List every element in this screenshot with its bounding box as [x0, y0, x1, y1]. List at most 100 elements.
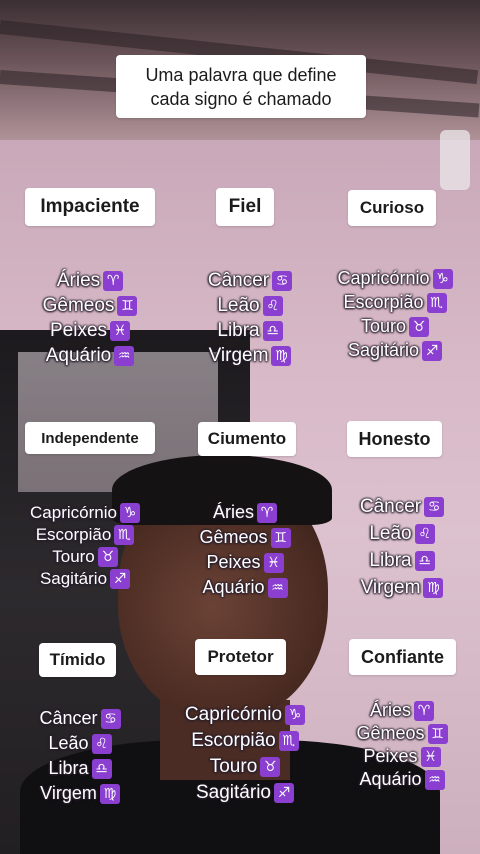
zodiac-sign: Leão ♌ [48, 733, 112, 754]
zodiac-symbol-icon: ♌ [414, 524, 435, 544]
zodiac-sign: Gêmeos ♊ [356, 723, 448, 744]
zodiac-sign-name: Áries [212, 502, 254, 522]
zodiac-symbol-icon: ♒ [267, 577, 288, 598]
trait-label: Protetor [195, 639, 286, 675]
zodiac-sign: Aquário ♒ [202, 577, 288, 598]
sign-list: Áries ♈ Gêmeos ♊ Peixes ♓ Aquário ♒ [0, 270, 180, 367]
zodiac-sign-name: Sagitário [347, 340, 420, 360]
zodiac-sign: Leão ♌ [217, 295, 283, 317]
sign-list: Capricórnio ♑ Escorpião ♏ Touro ♉ Sagitário ♐ [0, 503, 175, 589]
sign-list: Áries ♈ Gêmeos ♊ Peixes ♓ Aquário ♒ [312, 700, 480, 790]
zodiac-symbol-icon: ♍ [99, 783, 120, 804]
sign-list: Capricórnio ♑ Escorpião ♏ Touro ♉ Sagitário ♐ [155, 704, 335, 804]
zodiac-sign: Touro ♉ [52, 547, 118, 567]
zodiac-symbol-icon: ♈ [414, 700, 434, 721]
zodiac-symbol-icon: ♏ [114, 525, 135, 545]
zodiac-sign-name: Libra [369, 550, 412, 571]
zodiac-sign: Capricórnio ♑ [30, 503, 140, 523]
zodiac-sign-name: Libra [217, 320, 260, 341]
zodiac-sign-name: Escorpião [35, 525, 112, 544]
trait-label: Honesto [347, 421, 442, 457]
zodiac-symbol-icon: ♊ [117, 296, 138, 316]
zodiac-symbol-icon: ♐ [110, 569, 131, 589]
zodiac-sign-name: Aquário [45, 345, 112, 366]
zodiac-symbol-icon: ♒ [114, 346, 135, 366]
zodiac-sign-name: Leão [369, 523, 412, 544]
zodiac-symbol-icon: ♈ [257, 502, 277, 523]
zodiac-symbol-icon: ♋ [100, 708, 121, 729]
trait-label: Fiel [216, 188, 274, 226]
trait-label: Impaciente [25, 188, 155, 226]
zodiac-sign-name: Câncer [207, 270, 270, 291]
caption-box: Uma palavra que define cada signo é cham… [116, 55, 366, 118]
zodiac-sign: Sagitário ♐ [196, 782, 294, 804]
zodiac-symbol-icon: ♒ [424, 769, 445, 790]
sign-list: Áries ♈ Gêmeos ♊ Peixes ♓ Aquário ♒ [155, 502, 335, 598]
zodiac-symbol-icon: ♈ [103, 271, 124, 291]
zodiac-sign-name: Virgem [40, 783, 97, 803]
zodiac-sign-name: Touro [360, 316, 407, 336]
zodiac-sign-name: Leão [48, 733, 89, 753]
zodiac-sign-name: Touro [52, 547, 95, 566]
zodiac-sign: Áries ♈ [370, 700, 434, 721]
zodiac-sign-name: Touro [209, 756, 258, 777]
zodiac-symbol-icon: ♓ [110, 321, 131, 341]
zodiac-sign: Câncer ♋ [207, 270, 293, 292]
lamp [440, 130, 470, 190]
zodiac-sign-name: Peixes [363, 746, 418, 766]
zodiac-sign-name: Capricórnio [184, 704, 283, 725]
zodiac-symbol-icon: ♐ [274, 783, 294, 803]
zodiac-sign-name: Aquário [359, 769, 422, 789]
zodiac-sign: Peixes ♓ [206, 552, 284, 573]
zodiac-symbol-icon: ♌ [91, 733, 112, 754]
zodiac-sign: Áries ♈ [56, 270, 124, 292]
zodiac-sign-name: Escorpião [343, 292, 424, 312]
zodiac-sign: Capricórnio ♑ [184, 704, 306, 726]
zodiac-symbol-icon: ♍ [423, 578, 444, 598]
zodiac-symbol-icon: ♑ [285, 705, 306, 725]
trait-label: Independente [25, 422, 155, 454]
zodiac-sign-name: Gêmeos [42, 295, 115, 316]
zodiac-symbol-icon: ♉ [97, 547, 118, 567]
zodiac-sign: Áries ♈ [213, 502, 277, 523]
zodiac-sign: Peixes ♓ [50, 320, 131, 342]
zodiac-symbol-icon: ♎ [414, 551, 435, 571]
sign-list: Capricórnio ♑ Escorpião ♏ Touro ♉ Sagitário ♐ [305, 268, 480, 361]
zodiac-symbol-icon: ♉ [260, 757, 281, 777]
zodiac-sign: Libra ♎ [369, 550, 435, 572]
zodiac-sign-name: Peixes [206, 552, 261, 572]
zodiac-sign: Peixes ♓ [363, 746, 441, 767]
zodiac-sign-name: Aquário [202, 577, 265, 597]
zodiac-sign: Libra ♎ [48, 758, 112, 779]
zodiac-sign: Touro ♉ [360, 316, 430, 337]
zodiac-sign-name: Gêmeos [356, 723, 425, 743]
zodiac-sign: Gêmeos ♊ [43, 295, 138, 317]
zodiac-sign-name: Capricórnio [337, 268, 430, 288]
zodiac-sign: Touro ♉ [210, 756, 281, 778]
zodiac-sign: Virgem ♍ [361, 577, 444, 599]
zodiac-symbol-icon: ♓ [263, 552, 284, 573]
zodiac-sign-name: Áries [56, 270, 101, 291]
caption-line-1: Uma palavra que define [145, 64, 337, 85]
zodiac-symbol-icon: ♎ [91, 758, 112, 779]
zodiac-symbol-icon: ♊ [427, 723, 448, 744]
zodiac-symbol-icon: ♐ [422, 340, 443, 361]
zodiac-sign: Câncer ♋ [39, 708, 121, 729]
zodiac-symbol-icon: ♏ [426, 292, 447, 313]
zodiac-symbol-icon: ♑ [432, 268, 453, 289]
zodiac-sign: Sagitário ♐ [347, 340, 443, 361]
zodiac-sign-name: Sagitário [39, 569, 108, 588]
zodiac-symbol-icon: ♏ [278, 731, 299, 751]
sign-list: Câncer ♋ Leão ♌ Libra ♎ Virgem ♍ [312, 496, 480, 599]
zodiac-sign: Aquário ♒ [359, 769, 445, 790]
zodiac-symbol-icon: ♑ [119, 503, 140, 523]
zodiac-sign: Escorpião ♏ [36, 525, 135, 545]
zodiac-sign-name: Libra [48, 758, 89, 778]
zodiac-sign: Gêmeos ♊ [199, 527, 291, 548]
zodiac-sign: Câncer ♋ [360, 496, 445, 518]
trait-label: Ciumento [198, 422, 296, 456]
zodiac-sign-name: Sagitário [196, 782, 271, 803]
zodiac-symbol-icon: ♓ [420, 746, 441, 767]
zodiac-sign: Escorpião ♏ [191, 730, 299, 752]
zodiac-symbol-icon: ♊ [270, 527, 291, 548]
